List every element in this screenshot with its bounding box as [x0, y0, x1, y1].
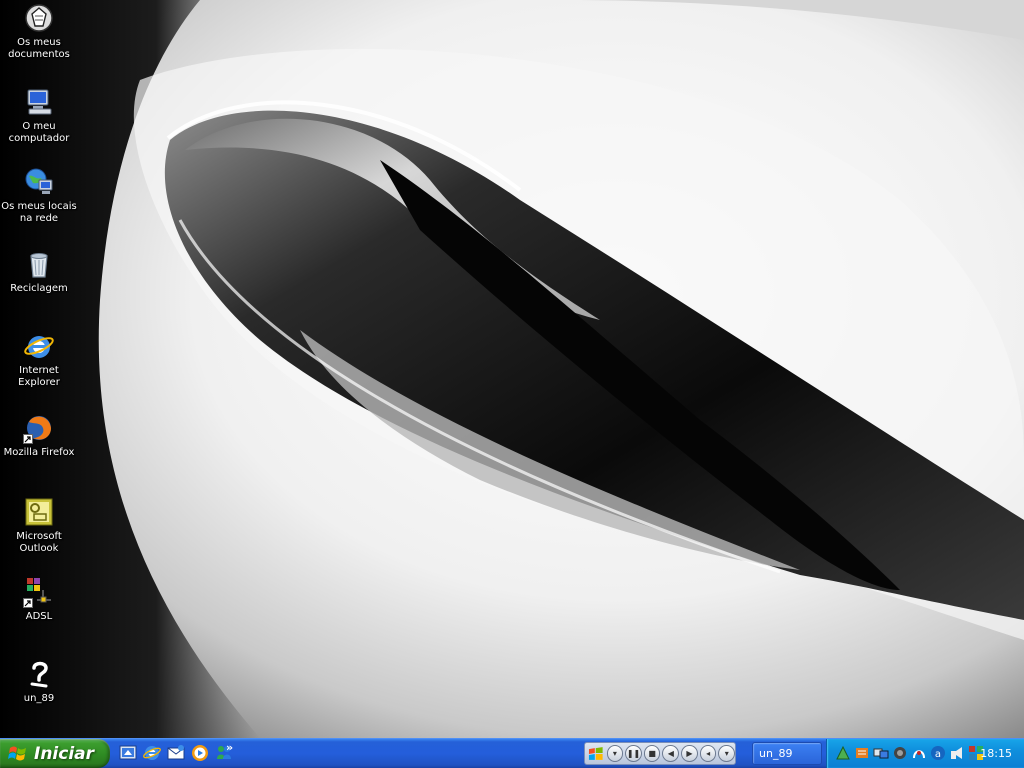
desktop-icon-label: Os meus locais na rede	[1, 201, 77, 224]
tray-icon-7[interactable]	[949, 745, 965, 761]
system-tray: a 18:15	[826, 739, 1024, 768]
desktop-icon-my-documents[interactable]: Os meus documentos	[0, 2, 78, 61]
desktop-icon-my-computer[interactable]: O meu computador	[0, 86, 78, 145]
desktop-icon-adsl[interactable]: ADSL	[0, 576, 78, 623]
start-label: Iniciar	[34, 743, 95, 764]
unknown-file-icon	[23, 658, 55, 690]
show-desktop-icon[interactable]	[118, 743, 138, 763]
desktop-icon-label: Mozilla Firefox	[3, 447, 75, 458]
windows-flag-icon	[8, 746, 26, 760]
play-pause-icon[interactable]: ❚❚	[625, 745, 642, 762]
desktop-icon-label: un_89	[23, 693, 55, 704]
desktop-icon-label: Microsoft Outlook	[16, 531, 62, 554]
desktop-icon-network-places[interactable]: Os meus locais na rede	[0, 166, 78, 225]
media-player-icon[interactable]	[190, 743, 210, 763]
clock[interactable]: 18:15	[980, 747, 1012, 760]
outlook-express-icon[interactable]	[166, 743, 186, 763]
svg-text:a: a	[935, 749, 941, 760]
next-icon[interactable]: ▶	[681, 745, 698, 762]
desktop-icon-recycle-bin[interactable]: Reciclagem	[0, 248, 78, 295]
my-computer-icon	[23, 86, 55, 118]
tray-icon-1[interactable]	[835, 745, 851, 761]
desktop-icon-internet-explorer[interactable]: Internet Explorer	[0, 330, 78, 389]
desktop-icon-label: ADSL	[25, 611, 53, 622]
adsl-icon	[23, 576, 55, 608]
taskbar-window-button[interactable]: un_89	[752, 742, 822, 765]
tray-icon-3[interactable]	[873, 745, 889, 761]
network-places-icon	[23, 166, 55, 198]
shortcut-arrow-icon	[23, 434, 33, 444]
quick-launch-chevron[interactable]: »	[226, 741, 233, 754]
firefox-icon	[23, 412, 55, 444]
volume-icon[interactable]: ◂	[699, 745, 717, 762]
desktop-icon-label: O meu computador	[8, 121, 70, 144]
quick-launch	[118, 743, 234, 765]
desktop-icon-firefox[interactable]: Mozilla Firefox	[0, 412, 78, 459]
windows-flag-icon[interactable]	[587, 745, 605, 763]
taskbar: Iniciar » ▾ ❚❚ ■ ◀ ▶ ◂ ▾ un_89 a 18:15	[0, 738, 1024, 768]
internet-explorer-icon	[23, 330, 55, 362]
previous-icon[interactable]: ◀	[662, 745, 680, 762]
start-button[interactable]: Iniciar	[0, 739, 110, 768]
shortcut-arrow-icon	[23, 598, 33, 608]
media-player-toolbar: ▾ ❚❚ ■ ◀ ▶ ◂ ▾	[584, 742, 736, 765]
taskbar-window-label: un_89	[759, 747, 793, 760]
desktop-icon-outlook[interactable]: Microsoft Outlook	[0, 496, 78, 555]
tray-icon-4[interactable]	[892, 745, 908, 761]
desktop-icon-label: Internet Explorer	[18, 365, 60, 388]
my-documents-icon	[23, 2, 55, 34]
desktop-icon-label: Reciclagem	[10, 283, 68, 294]
desktop-icon-label: Os meus documentos	[8, 37, 70, 60]
desktop-wallpaper	[0, 0, 1024, 738]
stop-icon[interactable]: ■	[643, 745, 661, 762]
tray-icon-6[interactable]: a	[930, 745, 946, 761]
desktop-icon-un-89[interactable]: un_89	[0, 658, 78, 705]
internet-explorer-icon[interactable]	[142, 743, 162, 763]
outlook-icon	[23, 496, 55, 528]
tray-icons: a	[835, 745, 984, 761]
tray-icon-2[interactable]	[854, 745, 870, 761]
player-menu-icon[interactable]: ▾	[606, 745, 624, 762]
recycle-bin-icon	[23, 248, 55, 280]
tray-icon-5[interactable]	[911, 745, 927, 761]
volume-arrow-icon[interactable]: ▾	[718, 745, 736, 762]
